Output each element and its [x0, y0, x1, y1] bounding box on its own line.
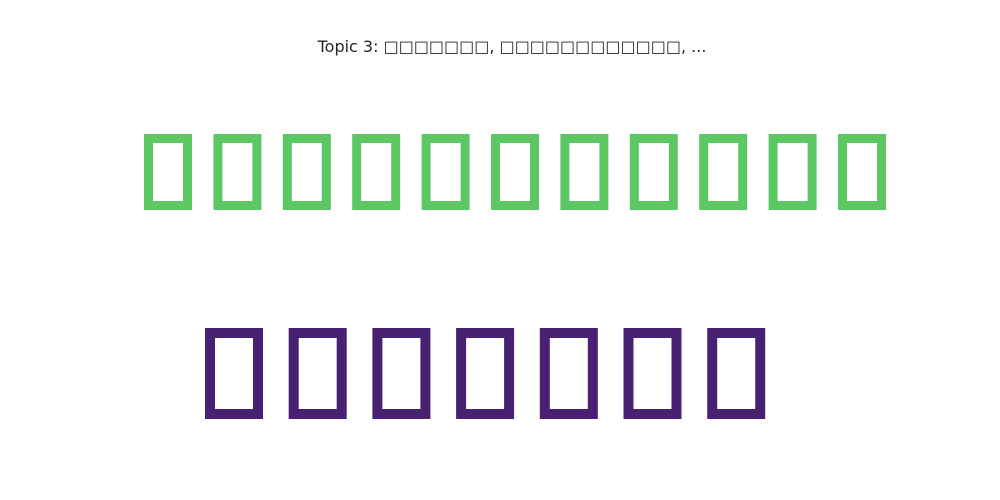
word-2-glyph-5: [539, 328, 598, 419]
word-2-glyph-1: [205, 328, 263, 419]
words-layer: [144, 134, 886, 419]
word-2-glyph-4: [456, 328, 515, 419]
word-1-glyph-6: [491, 134, 539, 210]
chart-title: Topic 3: □□□□□□□, □□□□□□□□□□□□, ...: [317, 37, 707, 56]
word-1: [144, 134, 886, 210]
word-1-glyph-7: [560, 134, 609, 210]
word-2-glyph-7: [707, 328, 766, 419]
word-1-glyph-11: [838, 134, 886, 210]
word-1-glyph-4: [352, 134, 401, 210]
word-1-glyph-3: [282, 134, 331, 210]
word-cloud-chart: Topic 3: □□□□□□□, □□□□□□□□□□□□, ...: [144, 37, 886, 419]
word-1-glyph-1: [144, 134, 192, 210]
word-2: [205, 328, 766, 419]
word-2-glyph-2: [288, 328, 347, 419]
word-1-glyph-8: [629, 134, 678, 210]
word-2-glyph-3: [372, 328, 431, 419]
word-1-glyph-9: [699, 134, 748, 210]
word-1-glyph-5: [421, 134, 470, 210]
word-1-glyph-2: [213, 134, 262, 210]
word-2-glyph-6: [623, 328, 682, 419]
word-1-glyph-10: [768, 134, 817, 210]
